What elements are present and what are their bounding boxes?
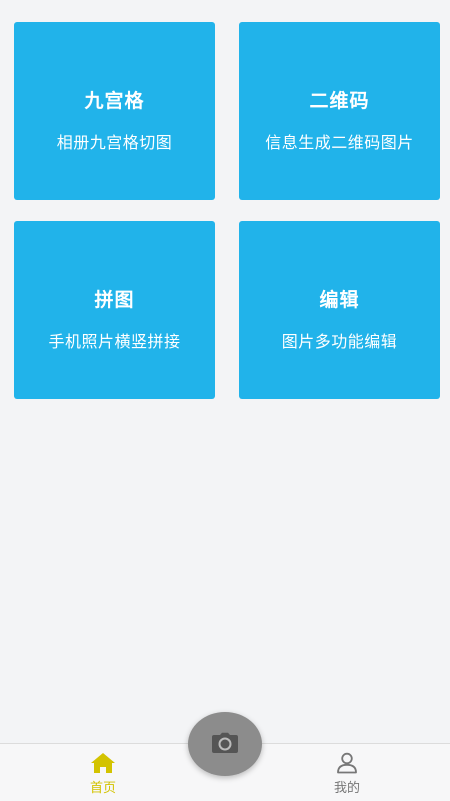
card-title: 二维码 [309,90,370,112]
card-nine-grid[interactable]: 九宫格 相册九宫格切图 [14,22,215,200]
camera-button[interactable] [188,712,262,776]
home-icon [90,752,116,774]
card-subtitle: 相册九宫格切图 [56,133,173,152]
card-subtitle: 手机照片横竖拼接 [48,332,181,351]
card-title: 编辑 [319,289,360,311]
card-edit[interactable]: 编辑 图片多功能编辑 [239,221,440,399]
tab-home[interactable]: 首页 [63,752,143,796]
card-title: 拼图 [94,289,135,311]
card-puzzle[interactable]: 拼图 手机照片横竖拼接 [14,221,215,399]
user-icon [334,752,360,774]
card-title: 九宫格 [84,90,145,112]
card-qrcode[interactable]: 二维码 信息生成二维码图片 [239,22,440,200]
tab-mine-label: 我的 [333,781,360,796]
card-subtitle: 信息生成二维码图片 [265,133,414,152]
tab-mine[interactable]: 我的 [307,752,387,796]
camera-icon [212,732,238,753]
card-subtitle: 图片多功能编辑 [281,332,398,351]
tab-home-label: 首页 [89,781,116,796]
